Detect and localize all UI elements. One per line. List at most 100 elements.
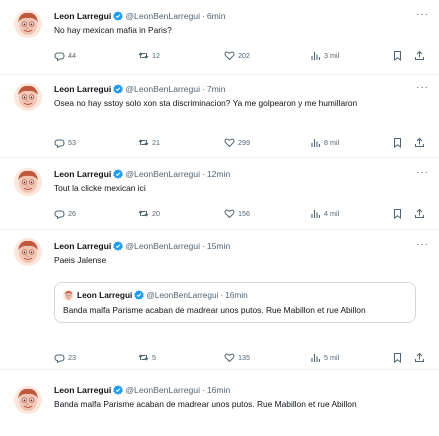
tweet[interactable]: Leon Larregui @LeonBenLarregui · 16min B… [0,372,439,436]
author-name[interactable]: Leon Larregui [54,169,111,179]
author-name[interactable]: Leon Larregui [54,84,111,94]
bookmark-icon [394,138,401,148]
avatar[interactable] [14,168,42,196]
avatar[interactable] [14,83,42,111]
like-count: 156 [238,209,250,218]
author-handle[interactable]: @LeonBenLarregui [125,169,200,179]
timestamp[interactable]: 12min [207,169,230,179]
more-icon[interactable]: ··· [416,9,429,20]
verified-badge-icon [113,11,124,21]
bookmark-icon [394,209,401,219]
share-button[interactable] [414,208,428,219]
quoted-tweet[interactable]: Leon Larregui @LeonBenLarregui · 16min B… [54,282,416,323]
views-button[interactable]: 8 mil [310,137,339,148]
tweet-text: No hay mexican mafia in Paris? [54,25,172,35]
separator-dot: · [201,241,205,251]
bookmark-button[interactable] [392,352,406,363]
like-button[interactable]: 202 [224,50,250,61]
quote-text: Banda malfa Parisme acaban de madrear un… [63,305,366,315]
quote-author-handle: @LeonBenLarregui [146,290,219,300]
like-icon [224,138,235,147]
quote-timestamp: 16min [225,290,248,300]
views-icon [311,353,321,363]
tweet-text: Tout la clicke mexican ici [54,183,146,193]
bookmark-button[interactable] [392,208,406,219]
retweet-count: 20 [152,209,160,218]
like-count: 299 [238,138,250,147]
reply-button[interactable]: 44 [54,50,76,61]
quote-avatar [63,289,74,301]
author-name[interactable]: Leon Larregui [54,385,111,395]
views-icon [311,209,321,219]
share-button[interactable] [414,50,428,61]
timestamp[interactable]: 16min [207,385,230,395]
tweet[interactable]: Leon Larregui @LeonBenLarregui · 12min ·… [0,158,439,230]
views-icon [311,138,321,148]
retweet-button[interactable]: 12 [138,50,160,61]
avatar[interactable] [14,10,42,38]
like-icon [224,51,235,60]
tweet-text: Osea no hay sstoy solo xon sta discrimin… [54,98,358,108]
author-handle[interactable]: @LeonBenLarregui [125,385,200,395]
tweet[interactable]: Leon Larregui @LeonBenLarregui · 6min ··… [0,0,439,75]
author-handle[interactable]: @LeonBenLarregui [125,241,200,251]
like-button[interactable]: 135 [224,352,250,363]
reply-count: 53 [68,138,76,147]
tweet-text: Paeis Jalense [54,255,107,265]
retweet-button[interactable]: 21 [138,137,160,148]
retweet-count: 21 [152,138,160,147]
retweet-icon [138,52,149,59]
verified-badge-icon [113,84,124,94]
bookmark-button[interactable] [392,50,406,61]
timestamp[interactable]: 15min [207,241,230,251]
author-handle[interactable]: @LeonBenLarregui [125,11,200,21]
retweet-count: 5 [152,353,156,362]
avatar[interactable] [14,386,42,414]
share-button[interactable] [414,352,428,363]
share-button[interactable] [414,137,428,148]
views-button[interactable]: 5 mil [310,352,339,363]
like-button[interactable]: 156 [224,208,250,219]
author-handle[interactable]: @LeonBenLarregui [125,84,200,94]
views-button[interactable]: 3 mil [310,50,339,61]
tweet-text: Banda malfa Parisme acaban de madrear un… [54,399,357,409]
author-name[interactable]: Leon Larregui [54,241,111,251]
separator-dot: · [201,84,205,94]
like-icon [224,209,235,218]
retweet-count: 12 [152,51,160,60]
author-name[interactable]: Leon Larregui [54,11,111,21]
like-button[interactable]: 299 [224,137,250,148]
timestamp[interactable]: 7min [207,84,226,94]
reply-count: 23 [68,353,76,362]
views-icon [311,51,321,61]
share-icon [415,209,424,218]
verified-badge-icon [134,290,145,300]
reply-button[interactable]: 26 [54,208,76,219]
like-icon [224,353,235,362]
views-button[interactable]: 4 mil [310,208,339,219]
views-count: 5 mil [324,353,340,362]
retweet-button[interactable]: 5 [138,352,156,363]
tweet[interactable]: Leon Larregui @LeonBenLarregui · 15min ·… [0,230,439,370]
verified-badge-icon [113,241,124,251]
views-count: 8 mil [324,138,340,147]
reply-button[interactable]: 23 [54,352,76,363]
retweet-button[interactable]: 20 [138,208,160,219]
reply-button[interactable]: 53 [54,137,76,148]
timestamp[interactable]: 6min [207,11,226,21]
tweet[interactable]: Leon Larregui @LeonBenLarregui · 7min ··… [0,75,439,158]
share-icon [415,138,424,147]
retweet-icon [138,210,149,217]
separator-dot: · [201,385,205,395]
verified-badge-icon [113,385,124,395]
bookmark-button[interactable] [392,137,406,148]
avatar[interactable] [14,238,42,266]
more-icon[interactable]: ··· [416,82,429,93]
like-count: 202 [238,51,250,60]
reply-count: 26 [68,209,76,218]
more-icon[interactable]: ··· [416,239,429,250]
views-count: 3 mil [324,51,340,60]
retweet-icon [138,139,149,146]
more-icon[interactable]: ··· [416,167,429,178]
bookmark-icon [394,353,401,363]
